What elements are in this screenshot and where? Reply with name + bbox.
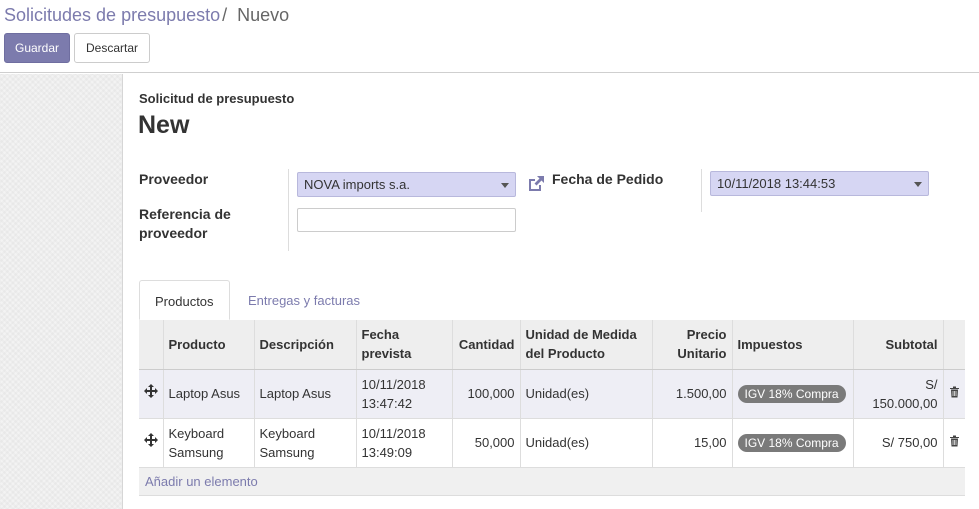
fecha-pedido-label: Fecha de Pedido [552, 171, 664, 187]
proveedor-label: Proveedor [139, 171, 209, 187]
referencia-proveedor-label: Referencia de proveedor [139, 206, 231, 241]
cell-unidad[interactable]: Unidad(es) [520, 369, 653, 419]
cell-precio[interactable]: 1.500,00 [652, 369, 733, 419]
caret-down-icon [501, 183, 509, 188]
breadcrumb-separator: / [222, 5, 228, 25]
cell-unidad[interactable]: Unidad(es) [520, 418, 653, 468]
table-header-row: Producto Descripción Fecha prevista Cant… [139, 320, 965, 370]
breadcrumb-current: Nuevo [237, 5, 290, 25]
trash-icon[interactable] [943, 369, 965, 419]
notebook-tabs: Productos Entregas y facturas [139, 280, 965, 320]
proveedor-value: NOVA imports s.a. [304, 177, 410, 192]
sheet-background [0, 74, 123, 509]
cell-descripcion[interactable]: Laptop Asus [254, 369, 357, 419]
add-line-cell: Añadir un elemento [139, 467, 965, 496]
add-line-link[interactable]: Añadir un elemento [145, 474, 258, 489]
external-link-icon[interactable] [526, 174, 546, 194]
cell-impuestos[interactable]: IGV 18% Compra [732, 369, 854, 419]
tab-entregas-facturas[interactable]: Entregas y facturas [233, 280, 375, 320]
save-button[interactable]: Guardar [4, 33, 70, 63]
cell-subtotal: S/ 750,00 [853, 418, 944, 468]
column-header[interactable]: Subtotal [853, 320, 944, 370]
cell-producto[interactable]: Laptop Asus [163, 369, 255, 419]
table-row[interactable]: Laptop Asus Laptop Asus 10/11/2018 13:47… [139, 369, 965, 419]
field-divider [701, 169, 702, 212]
discard-button[interactable]: Descartar [74, 33, 150, 63]
form-sheet: Solicitud de presupuesto New Proveedor R… [123, 74, 979, 509]
cell-fecha-prevista[interactable]: 10/11/2018 13:47:42 [356, 369, 453, 419]
fecha-pedido-input[interactable]: 10/11/2018 13:44:53 [710, 171, 929, 196]
move-handle-icon[interactable] [139, 369, 164, 419]
cell-impuestos[interactable]: IGV 18% Compra [732, 418, 854, 468]
column-header[interactable]: Precio Unitario [652, 320, 733, 370]
column-header[interactable]: Cantidad [452, 320, 521, 370]
handle-header [139, 320, 164, 370]
tax-badge: IGV 18% Compra [737, 434, 846, 452]
tab-productos[interactable]: Productos [139, 280, 230, 320]
column-header[interactable]: Producto [163, 320, 255, 370]
cell-subtotal: S/ 150.000,00 [853, 369, 944, 419]
breadcrumb: Solicitudes de presupuesto / Nuevo [4, 5, 289, 26]
column-header[interactable]: Impuestos [732, 320, 854, 370]
cell-cantidad[interactable]: 100,000 [452, 369, 521, 419]
document-type-label: Solicitud de presupuesto [139, 91, 295, 106]
cell-descripcion[interactable]: Keyboard Samsung [254, 418, 357, 468]
document-title: New [138, 111, 190, 139]
referencia-proveedor-input[interactable] [297, 208, 516, 232]
column-header[interactable]: Descripción [254, 320, 357, 370]
cell-producto[interactable]: Keyboard Samsung [163, 418, 255, 468]
add-line-row: Añadir un elemento [139, 467, 965, 496]
cell-fecha-prevista[interactable]: 10/11/2018 13:49:09 [356, 418, 453, 468]
column-header[interactable]: Unidad de Medida del Producto [520, 320, 653, 370]
control-panel: Solicitudes de presupuesto / Nuevo Guardar… [0, 0, 979, 73]
cell-precio[interactable]: 15,00 [652, 418, 733, 468]
cell-cantidad[interactable]: 50,000 [452, 418, 521, 468]
trash-header [943, 320, 965, 370]
breadcrumb-parent-link[interactable]: Solicitudes de presupuesto [4, 5, 220, 25]
order-lines-table: Producto Descripción Fecha prevista Cant… [139, 320, 965, 496]
column-header[interactable]: Fecha prevista [356, 320, 453, 370]
field-divider [288, 169, 289, 251]
tax-badge: IGV 18% Compra [737, 385, 846, 403]
proveedor-select[interactable]: NOVA imports s.a. [297, 172, 516, 197]
fecha-pedido-value: 10/11/2018 13:44:53 [717, 176, 836, 191]
move-handle-icon[interactable] [139, 418, 164, 468]
trash-icon[interactable] [943, 418, 965, 468]
table-row[interactable]: Keyboard Samsung Keyboard Samsung 10/11/… [139, 418, 965, 468]
caret-down-icon [914, 182, 922, 187]
